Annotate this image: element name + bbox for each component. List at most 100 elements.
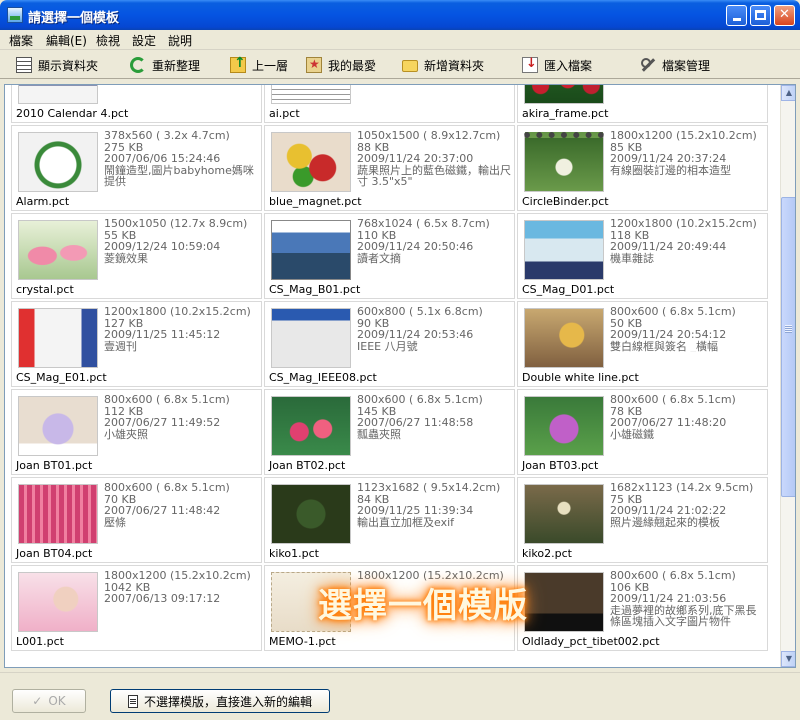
template-date: 2009/11/25 11:45:12 (104, 328, 221, 341)
template-item[interactable]: 2010 Calendar 4.pct (11, 85, 262, 123)
template-item[interactable]: 1500x1050 (12.7x 8.9cm) 55 KB 2009/12/24 1… (11, 213, 262, 299)
template-filename: Oldlady_pct_tibet002.pct (522, 635, 660, 648)
wrench-icon (640, 57, 656, 73)
skip-template-button[interactable]: 不選擇模版，直接進入新的編輯 (110, 689, 330, 713)
new-folder-button[interactable]: 新增資料夾 (402, 56, 484, 74)
title-bar: 請選擇一個模板 ✕ (0, 0, 800, 30)
template-item[interactable]: 800x600 ( 6.8x 5.1cm) 112 KB 2007/06/27 11… (11, 389, 262, 475)
template-item[interactable]: 1200x1800 (10.2x15.2cm) 127 KB 2009/11/25 … (11, 301, 262, 387)
template-description: 瓢蟲夾照 (357, 427, 401, 440)
refresh-icon (130, 57, 146, 73)
favorites-button[interactable]: 我的最愛 (306, 56, 376, 74)
template-item[interactable]: 1682x1123 (14.2x 9.5cm) 75 KB 2009/11/24 2… (517, 477, 768, 563)
template-meta: 800x600 ( 6.8x 5.1cm) 78 KB 2007/06/27 11:… (610, 394, 766, 440)
template-dimensions: 800x600 ( 6.8x 5.1cm) (610, 394, 736, 406)
scroll-down-button[interactable]: ▼ (781, 651, 795, 667)
template-date: 2007/06/13 09:17:12 (104, 592, 221, 605)
template-item[interactable]: 1123x1682 ( 9.5x14.2cm) 84 KB 2009/11/25 1… (264, 477, 515, 563)
template-meta: 800x600 ( 6.8x 5.1cm) 106 KB 2009/11/24 21… (610, 570, 766, 628)
template-item[interactable]: 800x600 ( 6.8x 5.1cm) 145 KB 2007/06/27 11… (264, 389, 515, 475)
template-item[interactable]: 傳送的尺寸ai.pct (264, 85, 515, 123)
template-thumbnail (18, 396, 98, 456)
template-filename: MEMO-1.pct (269, 635, 336, 648)
file-manage-button[interactable]: 檔案管理 (640, 56, 710, 74)
template-filename: CS_Mag_E01.pct (16, 371, 107, 384)
template-filename: L001.pct (16, 635, 64, 648)
menu-view[interactable]: 檢視 (96, 32, 120, 49)
template-description: 壓條 (104, 515, 126, 528)
template-filename: akira_frame.pct (522, 107, 609, 120)
close-icon: ✕ (779, 7, 790, 22)
menu-help[interactable]: 說明 (168, 32, 192, 49)
template-item[interactable]: 800x600 ( 6.8x 5.1cm) 70 KB 2007/06/27 11:… (11, 477, 262, 563)
template-item[interactable]: 1800x1200 (15.2x10.2cm) 85 KB 2009/11/24 2… (517, 125, 768, 211)
app-icon (7, 7, 23, 23)
menu-edit[interactable]: 編輯(E) (46, 32, 87, 49)
template-item[interactable]: 800x600 ( 6.8x 5.1cm) 78 KB 2007/06/27 11:… (517, 389, 768, 475)
template-thumbnail (524, 396, 604, 456)
scroll-up-button[interactable]: ▲ (781, 85, 795, 101)
template-meta: 1800x1200 (15.2x10.2cm) 1042 KB 2007/06/13… (104, 570, 260, 605)
menu-settings[interactable]: 設定 (132, 32, 156, 49)
refresh-button[interactable]: 重新整理 (130, 56, 200, 74)
template-thumbnail (271, 308, 351, 368)
minimize-button[interactable] (726, 5, 747, 26)
template-item[interactable]: 378x560 ( 3.2x 4.7cm) 275 KB 2007/06/06 15… (11, 125, 262, 211)
new-folder-label: 新增資料夾 (424, 58, 485, 73)
template-thumbnail (271, 85, 351, 104)
template-filename: CS_Mag_IEEE08.pct (269, 371, 377, 384)
folder-icon (402, 60, 418, 72)
template-dimensions: 378x560 ( 3.2x 4.7cm) (104, 130, 230, 142)
scroll-thumb[interactable] (781, 197, 795, 497)
template-description: 鬧鐘造型,圖片babyhome媽咪提供 (104, 163, 254, 188)
folder-up-icon (230, 55, 246, 73)
ok-button[interactable]: ✓ OK (12, 689, 86, 713)
up-level-button[interactable]: 上一層 (230, 55, 288, 74)
template-item[interactable]: 1050x1500 ( 8.9x12.7cm) 88 KB 2009/11/24 2… (264, 125, 515, 211)
template-filename: Alarm.pct (16, 195, 70, 208)
template-dimensions: 1682x1123 (14.2x 9.5cm) (610, 482, 754, 494)
template-date: 2009/11/24 20:37:24 (610, 152, 727, 165)
template-filename: CS_Mag_B01.pct (269, 283, 361, 296)
favorites-label: 我的最愛 (328, 58, 377, 73)
template-meta: 1123x1682 ( 9.5x14.2cm) 84 KB 2009/11/25 1… (357, 482, 513, 528)
toolbar: 顯示資料夾 重新整理 上一層 我的最愛 新增資料夾 匯入檔案 檔案管理 (0, 51, 800, 79)
template-description: 讀者文摘 (357, 251, 401, 264)
template-meta: 1050x1500 ( 8.9x12.7cm) 88 KB 2009/11/24 2… (357, 130, 513, 188)
menu-file[interactable]: 檔案 (9, 32, 33, 49)
template-dimensions: 1123x1682 ( 9.5x14.2cm) (357, 482, 501, 494)
template-filename: ai.pct (269, 107, 300, 120)
template-description: 雙白線框與簽名 _橫幅 (610, 339, 718, 352)
template-date: 2007/06/27 11:48:42 (104, 504, 221, 517)
template-item[interactable]: 768x1024 ( 6.5x 8.7cm) 110 KB 2009/11/24 2… (264, 213, 515, 299)
template-meta: 1200x1800 (10.2x15.2cm) 118 KB 2009/11/24 … (610, 218, 766, 264)
template-meta: 600x800 ( 5.1x 6.8cm) 90 KB 2009/11/24 20:… (357, 306, 513, 352)
close-button[interactable]: ✕ (774, 5, 795, 26)
template-filename: crystal.pct (16, 283, 74, 296)
template-item[interactable]: 600x800 ( 5.1x 6.8cm) 90 KB 2009/11/24 20:… (264, 301, 515, 387)
vertical-scrollbar[interactable]: ▲ ▼ (780, 85, 795, 667)
template-thumbnail (524, 308, 604, 368)
template-description: 輸出直立加框及exif (357, 515, 455, 528)
template-dimensions: 1050x1500 ( 8.9x12.7cm) (357, 130, 501, 142)
template-thumbnail (271, 396, 351, 456)
template-meta: 1200x1800 (10.2x15.2cm) 127 KB 2009/11/25 … (104, 306, 260, 352)
template-item[interactable]: 細內框不透明akira_frame.pct (517, 85, 768, 123)
import-file-button[interactable]: 匯入檔案 (522, 56, 592, 74)
template-thumbnail (18, 220, 98, 280)
template-description: 走過夢裡的故鄉系列,底下黑長條區塊插入文字圖片物件 (610, 603, 757, 628)
maximize-button[interactable] (750, 5, 771, 26)
template-description: 照片邊緣翹起來的模板 (610, 515, 720, 528)
refresh-label: 重新整理 (152, 58, 201, 73)
template-description: 小雄磁鐵 (610, 427, 654, 440)
template-dimensions: 1800x1200 (15.2x10.2cm) (610, 130, 757, 142)
template-thumbnail (524, 132, 604, 192)
view-folder-button[interactable]: 顯示資料夾 (16, 56, 98, 74)
template-item[interactable]: 800x600 ( 6.8x 5.1cm) 50 KB 2009/11/24 20:… (517, 301, 768, 387)
template-item[interactable]: 800x600 ( 6.8x 5.1cm) 106 KB 2009/11/24 21… (517, 565, 768, 651)
template-filename: 2010 Calendar 4.pct (16, 107, 129, 120)
template-dimensions: 800x600 ( 6.8x 5.1cm) (104, 482, 230, 494)
template-item[interactable]: 1200x1800 (10.2x15.2cm) 118 KB 2009/11/24 … (517, 213, 768, 299)
template-item[interactable]: 1800x1200 (15.2x10.2cm) 1042 KB 2007/06/13… (11, 565, 262, 651)
template-thumbnail (524, 220, 604, 280)
